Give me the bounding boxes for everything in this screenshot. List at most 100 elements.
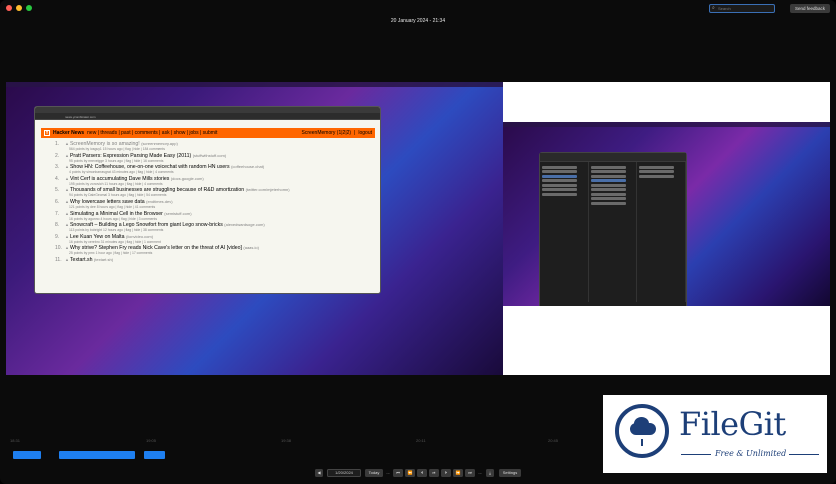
hn-story-site[interactable]: (endtimes.dev) [146,199,172,204]
window-title: 20 January 2024 - 21:34 [390,18,446,24]
hn-story-list: 1. ▲ScreenMemory is so amazing! (screenme… [41,138,375,269]
browser-window: news.ycombinator.com Y Hacker News new |… [34,106,381,294]
hn-story-subtext: 16 points by cerebro 31 minutes ago | fl… [69,239,161,244]
timeline-tick-label: 18:31 [10,438,21,443]
hn-story-site[interactable]: (stuffwithstuff.com) [193,153,226,158]
hn-story-site[interactable]: (screenmemory.app) [141,141,178,146]
hn-story-site[interactable]: (alexedwardsoge.com) [224,222,264,227]
hn-story-subtext: 564 points by iosguy1 15 hours ago | fla… [69,147,165,151]
hn-rank: 7. [55,210,60,217]
hn-separator: | [354,130,356,136]
export-icon[interactable]: ⤓ [486,469,494,477]
hn-story-row: 6. ▲Why lowercase letters save data (endt… [55,199,375,211]
timeline-recording-segment[interactable] [13,451,41,459]
hn-story-row: 8. ▲Snowcraft – Building a Lego Snowfort … [55,222,375,234]
hn-story-subtext: 16 points by agunno 4 hours ago | flag |… [69,216,158,221]
rewind-icon[interactable]: ⏪ [405,469,415,477]
upvote-icon[interactable]: ▲ [65,176,69,181]
date-picker[interactable]: 1/20/2024 [327,469,361,477]
upvote-icon[interactable]: ▲ [65,257,69,262]
hn-rank: 11. [55,256,62,263]
hn-story-subtext: 4 points by simonbarrasgrat 43 minutes a… [69,170,174,175]
display-1-screenshot[interactable]: news.ycombinator.com Y Hacker News new |… [6,82,503,375]
hn-story-row: 11. ▲Textart.sh (textart.sh) [55,257,375,269]
cloud-icon-base [630,423,656,435]
mac-menubar [6,82,503,87]
upvote-icon[interactable]: ▲ [65,245,69,250]
more-right: ... [478,470,482,475]
skip-forward-icon[interactable]: ⏭ [465,469,475,477]
tagline-rule-right [789,454,819,455]
hn-story-row: 7. ▲Simulating a Minimal Cell in the Brow… [55,211,375,223]
hn-header: Y Hacker News new | threads | past | com… [41,128,375,138]
hn-story-subtext: 25 points by pmx 1 hour ago | flag | hid… [69,251,153,256]
hn-story-site[interactable]: (aaas.io) [243,245,259,250]
hn-story-site[interactable]: (textart.sh) [94,257,113,262]
hn-story-subtext: 95 points by mrevelgge 3 hours ago | fla… [69,158,164,163]
hn-story-site[interactable]: (docs.google.com) [171,176,204,181]
app-window: 20 January 2024 - 21:34 ⌕ Search Send fe… [0,0,836,484]
hn-story-subtext: 195 points by zonovich 11 hours ago | fl… [69,181,163,186]
hn-story-row: 10. ▲Why strive? Stephen Fry reads Nick C… [55,245,375,257]
timeline-tick-label: 19:05 [146,438,157,443]
hn-story-title[interactable]: Textart.sh [70,257,93,263]
hn-rank: 4. [55,175,60,182]
zoom-button[interactable] [26,5,32,11]
filegit-tagline: Free & Unlimited [715,449,787,458]
upvote-icon[interactable]: ▲ [65,222,69,227]
step-forward-icon[interactable]: ⏵ [441,469,451,477]
today-button[interactable]: Today [365,469,383,477]
minimize-button[interactable] [16,5,22,11]
hn-story-site[interactable]: (coffeehouse.chat) [231,164,264,169]
hn-story-site[interactable]: (semistuff.com) [164,211,191,216]
hn-story-row: 1. ▲ScreenMemory is so amazing! (screenme… [55,141,375,153]
hn-rank: 2. [55,152,60,159]
search-placeholder: Search [718,6,731,11]
finder-column-1 [540,162,589,302]
hn-rank: 10. [55,245,62,252]
hn-rank: 9. [55,233,60,240]
hn-story-subtext: 121 points by dee 8 hours ago | flag | h… [69,204,156,209]
step-back-icon[interactable]: ⏴ [417,469,427,477]
hn-rank: 8. [55,222,60,229]
hn-nav: new | threads | past | comments | ask | … [87,130,218,136]
settings-button[interactable]: Settings [499,469,521,477]
timeline-recording-segment[interactable] [144,451,165,459]
hn-logo: Y [44,130,50,136]
upvote-icon[interactable]: ▲ [65,211,69,216]
timeline-tick-label: 20:45 [548,438,559,443]
send-feedback-button[interactable]: Send feedback [790,4,830,13]
hn-rank: 1. [55,141,60,147]
filegit-watermark: FileGit Free & Unlimited [603,395,827,473]
more-left: ... [386,470,390,475]
hn-title-line: ▲Textart.sh (textart.sh) [65,257,113,263]
upvote-icon[interactable]: ▲ [65,141,69,146]
upvote-icon[interactable]: ▲ [65,199,69,204]
window-controls [6,5,32,11]
hn-story-site[interactable]: (twitter.com/mjeterhomn) [246,187,290,192]
upvote-icon[interactable]: ▲ [65,153,69,158]
skip-back-icon[interactable]: ⏮ [393,469,403,477]
hn-rank: 5. [55,187,60,194]
fast-forward-icon[interactable]: ⏩ [453,469,463,477]
play-pause-icon[interactable]: ⏯ [429,469,439,477]
search-input[interactable]: ⌕ Search [709,4,775,13]
finder-column-3 [637,162,687,302]
browser-urlbar: news.ycombinator.com [35,113,380,120]
upvote-icon[interactable]: ▲ [65,164,69,169]
hn-story-row: 3. ▲Show HN: Coffeehouse, one-on-one voic… [55,164,375,176]
close-button[interactable] [6,5,12,11]
hn-story-site[interactable]: (lionvideo.com) [126,234,153,239]
upvote-icon[interactable]: ▲ [65,234,69,239]
timeline-recording-segment[interactable] [59,451,135,459]
mac-menubar-2 [503,122,830,127]
display-2-screenshot[interactable] [503,82,830,375]
browser-url: news.ycombinator.com [65,115,96,119]
hn-story-subtext: 113 points by bobright 12 hours ago | fl… [69,228,164,233]
finder-window [539,152,687,306]
prev-day-button[interactable]: ◀ [315,469,323,477]
search-icon: ⌕ [712,5,715,11]
hacker-news-page: Y Hacker News new | threads | past | com… [41,128,375,269]
upvote-icon[interactable]: ▲ [65,187,69,192]
hn-brand: Hacker News [53,130,85,136]
